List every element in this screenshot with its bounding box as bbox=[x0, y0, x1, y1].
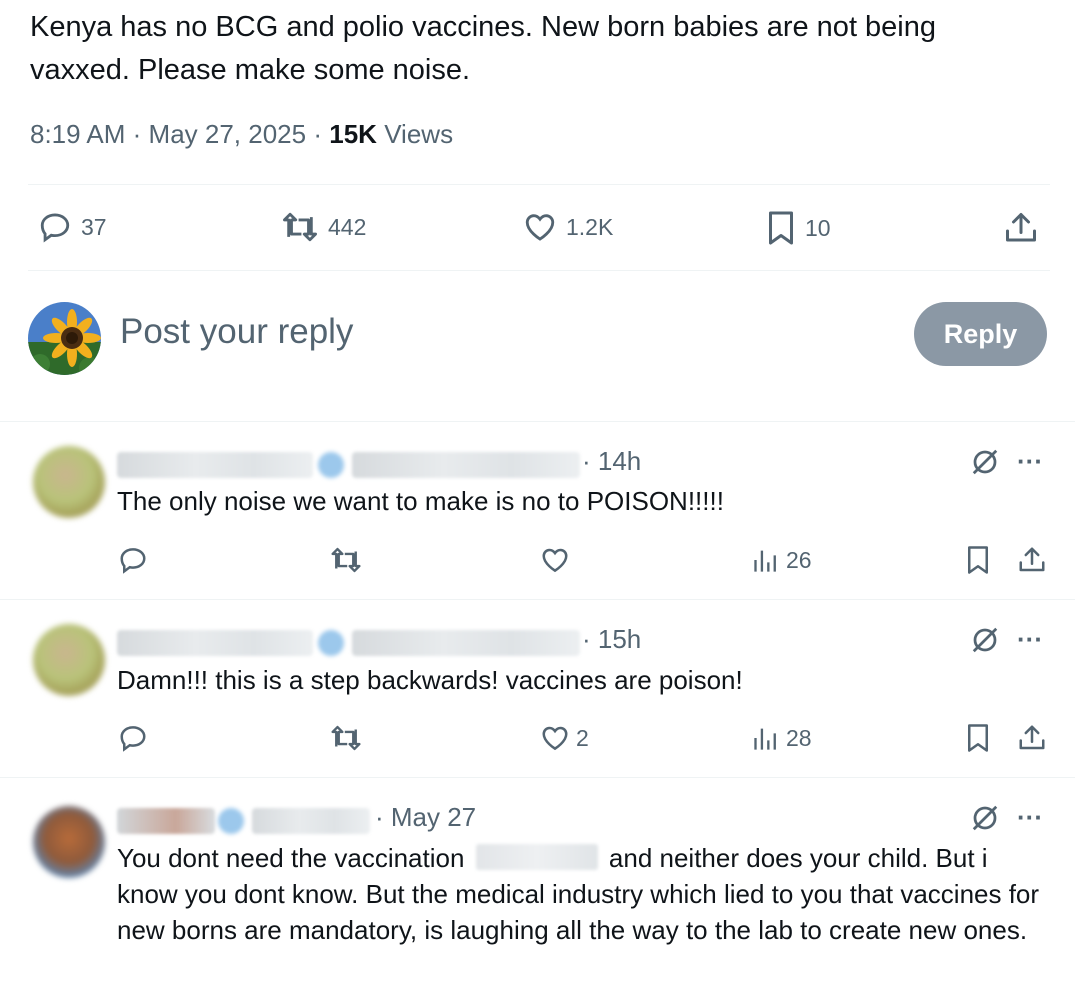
divider bbox=[28, 184, 1050, 185]
repost-action[interactable]: 442 bbox=[280, 210, 366, 244]
avatar[interactable] bbox=[33, 446, 105, 518]
repost-icon bbox=[331, 725, 361, 751]
bookmark-icon bbox=[968, 546, 988, 574]
views-action[interactable]: 26 bbox=[752, 545, 812, 575]
comment-text: You dont need the vaccination and neithe… bbox=[117, 840, 1052, 948]
analytics-icon bbox=[754, 728, 776, 750]
reply-icon bbox=[120, 726, 146, 752]
share-action[interactable] bbox=[1017, 545, 1047, 575]
bookmark-action[interactable] bbox=[965, 545, 991, 575]
comment-text-start: You dont need the vaccination bbox=[117, 843, 465, 873]
reply-action[interactable] bbox=[118, 545, 148, 575]
tweet-text: Kenya has no BCG and polio vaccines. New… bbox=[30, 11, 937, 86]
comment-time[interactable]: · May 27 bbox=[375, 802, 476, 833]
like-action[interactable]: 1.2K bbox=[522, 210, 613, 244]
blurred-display-name[interactable] bbox=[117, 630, 313, 656]
heart-icon bbox=[542, 548, 568, 573]
reply-icon bbox=[40, 213, 70, 243]
analytics-icon bbox=[754, 550, 776, 572]
grok-icon[interactable] bbox=[970, 447, 1000, 477]
repost-action[interactable] bbox=[329, 545, 363, 575]
tweet-time[interactable]: 8:19 AM bbox=[30, 119, 125, 149]
sunflower-icon bbox=[28, 302, 101, 375]
views-count: 26 bbox=[786, 546, 812, 573]
repost-count: 442 bbox=[328, 213, 367, 240]
bookmark-action[interactable]: 10 bbox=[765, 210, 831, 246]
divider bbox=[28, 270, 1050, 271]
like-action[interactable] bbox=[540, 545, 576, 575]
divider bbox=[0, 421, 1075, 422]
avatar[interactable] bbox=[33, 624, 105, 696]
blurred-handle[interactable] bbox=[352, 452, 580, 478]
reply-action[interactable]: 37 bbox=[37, 210, 107, 244]
reply-input[interactable]: Post your reply bbox=[120, 312, 353, 352]
more-icon[interactable]: ··· bbox=[1017, 446, 1043, 477]
verified-badge-icon bbox=[218, 808, 244, 834]
bookmark-icon bbox=[968, 724, 988, 752]
divider bbox=[0, 599, 1075, 600]
tweet-meta: 8:19 AM · May 27, 2025 · 15K Views bbox=[30, 119, 453, 150]
divider bbox=[0, 777, 1075, 778]
verified-badge-icon bbox=[318, 630, 344, 656]
grok-icon[interactable] bbox=[970, 625, 1000, 655]
comment-time[interactable]: · 15h bbox=[582, 624, 641, 655]
repost-action[interactable] bbox=[329, 723, 363, 753]
tweet-date[interactable]: May 27, 2025 bbox=[149, 119, 307, 149]
verified-badge-icon bbox=[318, 452, 344, 478]
like-count: 1.2K bbox=[566, 213, 614, 240]
comment-text: The only noise we want to make is no to … bbox=[117, 486, 724, 516]
reply-icon bbox=[120, 548, 146, 574]
avatar[interactable] bbox=[33, 806, 105, 878]
repost-icon bbox=[331, 547, 361, 573]
views-count: 15K bbox=[329, 119, 377, 149]
blurred-handle[interactable] bbox=[352, 630, 580, 656]
share-icon bbox=[1019, 547, 1045, 572]
user-avatar[interactable] bbox=[28, 302, 101, 375]
meta-separator: · bbox=[132, 119, 142, 149]
bookmark-action[interactable] bbox=[965, 723, 991, 753]
reply-button[interactable]: Reply bbox=[914, 302, 1047, 366]
heart-icon bbox=[542, 726, 568, 751]
like-count: 2 bbox=[576, 724, 589, 751]
blurred-handle[interactable] bbox=[252, 808, 370, 834]
heart-icon bbox=[525, 214, 555, 241]
more-icon[interactable]: ··· bbox=[1017, 624, 1043, 655]
views-label: Views bbox=[384, 119, 454, 149]
reply-action[interactable] bbox=[118, 723, 148, 753]
share-action[interactable] bbox=[1003, 210, 1039, 246]
comment-text: Damn!!! this is a step backwards! vaccin… bbox=[117, 665, 743, 695]
reply-count: 37 bbox=[81, 213, 107, 240]
views-count: 28 bbox=[786, 724, 812, 751]
comment-time[interactable]: · 14h bbox=[582, 446, 641, 477]
blurred-mention[interactable] bbox=[475, 844, 598, 870]
share-icon bbox=[1019, 725, 1045, 750]
like-action[interactable]: 2 bbox=[540, 723, 589, 753]
repost-icon bbox=[283, 212, 318, 242]
share-icon bbox=[1006, 213, 1036, 242]
blurred-display-name[interactable] bbox=[117, 808, 215, 834]
views-action[interactable]: 28 bbox=[752, 723, 812, 753]
bookmark-count: 10 bbox=[805, 214, 831, 241]
bookmark-icon bbox=[769, 211, 793, 245]
more-icon[interactable]: ··· bbox=[1017, 802, 1043, 833]
share-action[interactable] bbox=[1017, 723, 1047, 753]
grok-icon[interactable] bbox=[970, 803, 1000, 833]
meta-separator: · bbox=[313, 119, 323, 149]
blurred-display-name[interactable] bbox=[117, 452, 313, 478]
